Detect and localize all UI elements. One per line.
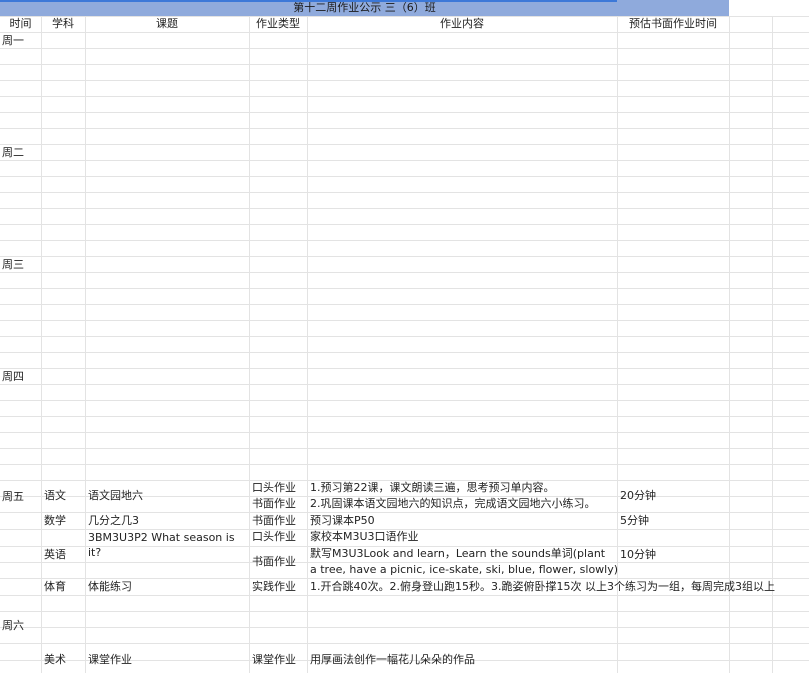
row-gridline — [0, 224, 809, 225]
row-gridline — [0, 112, 809, 113]
friday-math-content[interactable]: 预习课本P50 — [310, 514, 375, 528]
friday-math-topic[interactable]: 几分之几3 — [88, 514, 139, 528]
friday-pe-type[interactable]: 实践作业 — [252, 580, 296, 594]
friday-math-type[interactable]: 书面作业 — [252, 514, 296, 528]
row-gridline — [0, 416, 809, 417]
saturday-art-content[interactable]: 用厚画法创作一幅花儿朵朵的作品 — [310, 653, 475, 667]
header-subject[interactable]: 学科 — [41, 17, 85, 31]
day-tuesday[interactable]: 周二 — [2, 146, 24, 160]
row-gridline — [0, 96, 809, 97]
row-gridline — [0, 432, 809, 433]
row-gridline — [0, 288, 809, 289]
column-gridline — [729, 17, 730, 673]
column-gridline — [249, 17, 250, 673]
friday-pe-topic[interactable]: 体能练习 — [88, 580, 132, 594]
row-gridline — [0, 304, 809, 305]
saturday-art-topic[interactable]: 课堂作业 — [88, 653, 132, 667]
sheet-title: 第十二周作业公示 三（6）班 — [293, 1, 436, 14]
friday-english-content-written-line2[interactable]: a tree, have a picnic, ice-skate, ski, b… — [310, 563, 618, 577]
row-gridline — [0, 144, 809, 145]
friday-math-subject[interactable]: 数学 — [44, 514, 66, 528]
friday-english-content-oral[interactable]: 家校本M3U3口语作业 — [310, 530, 419, 544]
column-gridline — [41, 17, 42, 673]
column-gridline — [772, 17, 773, 673]
friday-english-topic-line1[interactable]: 3BM3U3P2 What season is — [88, 531, 235, 545]
column-gridline — [307, 17, 308, 673]
friday-pe-subject[interactable]: 体育 — [44, 580, 66, 594]
row-gridline — [0, 512, 809, 513]
row-gridline — [0, 48, 809, 49]
friday-chinese-duration[interactable]: 20分钟 — [620, 489, 656, 503]
day-monday[interactable]: 周一 — [2, 34, 24, 48]
row-gridline — [0, 400, 809, 401]
row-gridline — [0, 128, 809, 129]
row-gridline — [0, 643, 809, 644]
row-gridline — [0, 448, 809, 449]
row-gridline — [0, 627, 809, 628]
row-gridline — [0, 160, 809, 161]
row-gridline — [0, 192, 809, 193]
row-gridline — [0, 272, 809, 273]
spreadsheet: 第十二周作业公示 三（6）班 时间 学科 课题 作业类型 作业内容 预估书面作业… — [0, 0, 809, 673]
row-gridline — [0, 32, 809, 33]
friday-chinese-content-1[interactable]: 1.预习第22课，课文朗读三遍，思考预习单内容。 — [310, 481, 555, 495]
sheet-title-row[interactable]: 第十二周作业公示 三（6）班 — [0, 0, 729, 16]
day-saturday[interactable]: 周六 — [2, 619, 24, 633]
friday-chinese-type-written[interactable]: 书面作业 — [252, 497, 296, 511]
friday-english-type-written[interactable]: 书面作业 — [252, 555, 296, 569]
header-time[interactable]: 时间 — [0, 17, 41, 31]
row-gridline — [0, 595, 809, 596]
selection-accent — [0, 0, 617, 2]
header-topic[interactable]: 课题 — [85, 17, 249, 31]
row-gridline — [0, 208, 809, 209]
friday-english-duration[interactable]: 10分钟 — [620, 548, 656, 562]
friday-english-type-oral[interactable]: 口头作业 — [252, 530, 296, 544]
row-gridline — [0, 352, 809, 353]
row-gridline — [0, 336, 809, 337]
row-gridline — [0, 611, 809, 612]
day-friday[interactable]: 周五 — [2, 490, 24, 504]
row-gridline — [0, 464, 809, 465]
row-gridline — [0, 578, 809, 579]
friday-chinese-content-2[interactable]: 2.巩固课本语文园地六的知识点，完成语文园地六小练习。 — [310, 497, 596, 511]
column-gridline — [85, 17, 86, 673]
row-gridline — [0, 80, 809, 81]
saturday-art-type[interactable]: 课堂作业 — [252, 653, 296, 667]
header-content[interactable]: 作业内容 — [307, 17, 617, 31]
friday-english-subject[interactable]: 英语 — [44, 548, 66, 562]
row-gridline — [0, 368, 809, 369]
day-wednesday[interactable]: 周三 — [2, 258, 24, 272]
row-gridline — [0, 64, 809, 65]
friday-english-content-written-line1[interactable]: 默写M3U3Look and learn，Learn the sounds单词(… — [310, 547, 605, 561]
friday-chinese-subject[interactable]: 语文 — [44, 489, 66, 503]
row-gridline — [0, 240, 809, 241]
friday-chinese-topic[interactable]: 语文园地六 — [88, 489, 143, 503]
header-duration[interactable]: 预估书面作业时间 — [617, 17, 729, 31]
friday-pe-content[interactable]: 1.开合跳40次。2.俯身登山跑15秒。3.跪姿俯卧撑15次 以上3个练习为一组… — [310, 580, 809, 594]
row-gridline — [0, 384, 809, 385]
friday-english-topic-line2[interactable]: it? — [88, 546, 101, 560]
day-thursday[interactable]: 周四 — [2, 370, 24, 384]
row-gridline — [0, 176, 809, 177]
header-type[interactable]: 作业类型 — [249, 17, 307, 31]
row-gridline — [0, 256, 809, 257]
row-gridline — [0, 320, 809, 321]
saturday-art-subject[interactable]: 美术 — [44, 653, 66, 667]
friday-chinese-type-oral[interactable]: 口头作业 — [252, 481, 296, 495]
friday-math-duration[interactable]: 5分钟 — [620, 514, 649, 528]
